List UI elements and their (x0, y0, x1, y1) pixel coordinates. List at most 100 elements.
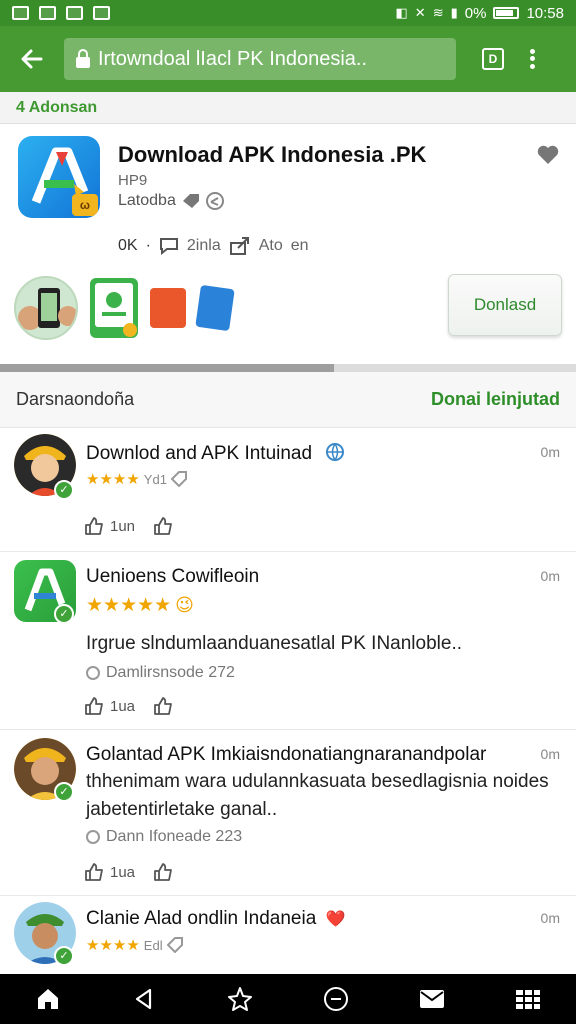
battery-percent: 0% (464, 4, 487, 22)
comments-count: 2inla (186, 237, 221, 254)
review-emoji: ❤️ (325, 911, 346, 928)
status-notifications (12, 6, 110, 20)
review-item: ✓ Uenioens Cowifleoin 0m ★★★★★ 😉 Irgrue … (0, 552, 576, 730)
thumbs-up-outline-icon[interactable] (153, 696, 173, 716)
progress-fill (0, 364, 335, 372)
app-icon[interactable]: ω (18, 136, 100, 218)
review-meta: Dann Ifoneade 223 (86, 828, 242, 846)
arrow-left-icon (21, 49, 43, 69)
review-time: 0m (540, 746, 560, 762)
heart-icon[interactable] (536, 144, 560, 166)
like-count: 1un (110, 517, 136, 535)
developer-name: Latodba (118, 192, 176, 209)
screenshot-thumbnail[interactable] (90, 278, 138, 338)
app-header: ω Download APK Indonesia .PK HP9 Latodba… (0, 124, 576, 364)
share-icon (205, 192, 224, 210)
lock-icon (76, 49, 90, 68)
breadcrumb[interactable]: 4 Adonsan (0, 92, 576, 124)
grid-icon (516, 990, 540, 1009)
reviews-section-header: Darsnaondoña Donai leinjutad (0, 372, 576, 428)
clock: 10:58 (526, 4, 564, 22)
review-title: Clanie Alad ondlin Indaneia ❤️ (86, 908, 346, 930)
screenshot-thumbnail[interactable] (150, 288, 186, 328)
page-progress-bar (0, 364, 576, 372)
review-title-text: Downlod and APK Intuinad (86, 443, 313, 464)
tag-icon (166, 937, 183, 953)
share-box-icon (229, 237, 249, 255)
notification-icon (93, 6, 110, 20)
comment-icon (159, 238, 178, 255)
menu-dot (529, 63, 535, 69)
status-system: ◧ ✕ ≋ ▮ 0% 10:58 (396, 5, 565, 22)
recent-button[interactable] (218, 977, 262, 1021)
review-title: Downlod and APK Intuinad (86, 442, 345, 465)
recent-icon (228, 987, 252, 1011)
battery-level (496, 10, 514, 16)
verified-badge-icon: ✓ (54, 782, 74, 802)
verified-badge-icon: ✓ (54, 946, 74, 966)
verified-badge-icon: ✓ (54, 604, 74, 624)
battery-icon (493, 7, 520, 19)
like-count: 1ua (110, 697, 136, 715)
review-title: Uenioens Cowifleoin (86, 566, 260, 587)
signal-icon: ▮ (450, 5, 458, 20)
rating-text: Yd1 (143, 471, 167, 487)
app-stats: 0K · 2inla Ato en (118, 236, 309, 256)
star-rating: ★★★★ (86, 471, 140, 488)
clock-icon (86, 830, 100, 844)
shares-count: Ato (258, 237, 283, 254)
globe-icon (326, 443, 345, 462)
browser-toolbar: Irtowndoal lIacl PK Indonesia.. D (0, 26, 576, 92)
menu-dot (529, 56, 535, 62)
back-button[interactable] (14, 41, 50, 77)
review-item: ✓ Clanie Alad ondlin Indaneia ❤️ 0m ★★★★… (0, 896, 576, 974)
review-title-text: Clanie Alad ondlin Indaneia (86, 908, 317, 929)
home-button[interactable] (26, 977, 70, 1021)
mail-button[interactable] (410, 977, 454, 1021)
app-screen-icon (95, 283, 137, 337)
downloads-count: 0K (118, 237, 138, 254)
wifi-icon: ≋ (432, 5, 444, 20)
menu-dot (529, 49, 535, 55)
screenshot-strip (14, 276, 235, 340)
review-rating: ★★★★ Yd1 (86, 470, 187, 488)
thumbs-up-icon[interactable] (84, 862, 104, 882)
thumbs-up-outline-icon[interactable] (153, 862, 173, 882)
notification-icon (12, 6, 29, 20)
bottom-navigation (0, 974, 576, 1024)
clock-icon (86, 666, 100, 680)
review-body: thhenimam wara udulannkasuata besedlagis… (86, 771, 549, 820)
notification-icon (66, 6, 83, 20)
stats-separator: · (145, 237, 151, 254)
overflow-menu-button[interactable] (522, 44, 542, 74)
review-meta: Damlirsnsode 272 (86, 664, 235, 682)
app-subtitle: HP9 (118, 172, 148, 189)
review-meta-text: Damlirsnsode 272 (106, 664, 235, 681)
thumbs-up-icon[interactable] (84, 516, 104, 536)
app-badge: ω (72, 194, 98, 216)
section-link[interactable]: Donai leinjutad (431, 389, 560, 410)
download-button[interactable]: Donlasd (448, 274, 562, 336)
screenshot-thumbnail[interactable] (14, 276, 78, 340)
mute-icon: ◧ (395, 5, 408, 20)
grid-button[interactable] (506, 977, 550, 1021)
review-actions: 1ua (84, 862, 173, 882)
notification-icon (39, 6, 56, 20)
assistant-button[interactable] (314, 977, 358, 1021)
review-meta-text: Dann Ifoneade 223 (106, 828, 243, 845)
thumbs-up-icon[interactable] (84, 696, 104, 716)
review-emoji: 😉 (175, 595, 194, 615)
review-title: Golantad APK Imkiaisndonatiangnaranandpo… (86, 744, 487, 765)
app-developer[interactable]: Latodba (118, 192, 224, 210)
thumbs-up-outline-icon[interactable] (153, 516, 173, 536)
review-item: ✓ Downlod and APK Intuinad 0m ★★★★ Yd1 1… (0, 428, 576, 552)
section-title: Darsnaondoña (16, 389, 135, 409)
review-item: ✓ Golantad APK Imkiaisndonatiangnaranand… (0, 730, 576, 896)
verified-badge-icon: ✓ (54, 480, 74, 500)
screenshot-thumbnail[interactable] (195, 284, 235, 332)
stats-extra: en (290, 237, 309, 254)
back-nav-button[interactable] (122, 977, 166, 1021)
tab-switcher-button[interactable]: D (482, 48, 504, 70)
tag-icon (182, 194, 199, 208)
url-bar[interactable]: Irtowndoal lIacl PK Indonesia.. (64, 38, 456, 80)
